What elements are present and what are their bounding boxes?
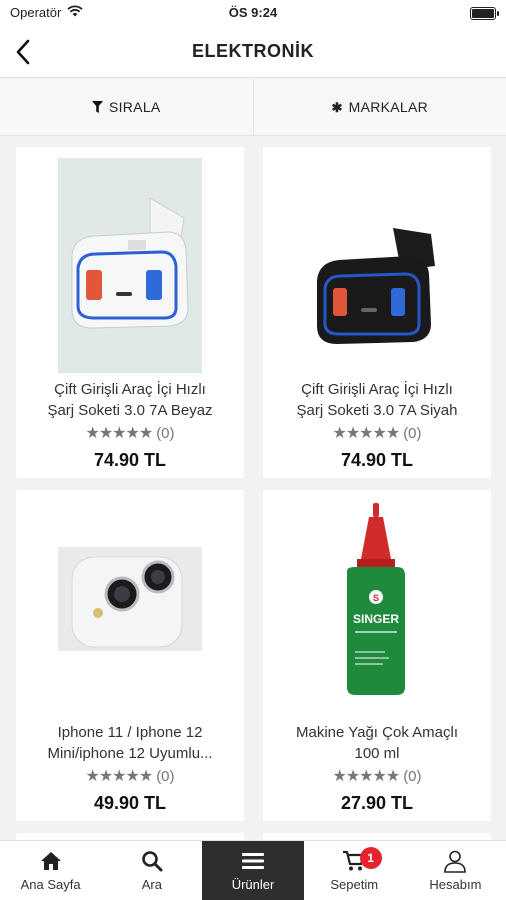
- sort-label: SIRALA: [108, 99, 161, 115]
- nav-account-label: Hesabım: [429, 877, 482, 892]
- user-icon: [443, 849, 467, 873]
- screen: Operatör ÖS 9:24 ELEKTRONİK SIRALA ✱ MAR…: [0, 0, 506, 900]
- star-rating-icon: ★★★★★: [85, 768, 153, 785]
- nav-cart[interactable]: 1 Sepetim: [304, 841, 405, 900]
- star-rating-icon: ★★★★★: [332, 768, 400, 785]
- brands-button[interactable]: ✱ MARKALAR: [252, 79, 506, 135]
- nav-home-label: Ana Sayfa: [20, 877, 81, 892]
- product-grid: Çift Girişli Araç İçi Hızlı Şarj Soketi …: [0, 136, 506, 840]
- nav-cart-label: Sepetim: [330, 877, 379, 892]
- filter-bar: SIRALA ✱ MARKALAR: [0, 79, 506, 136]
- brands-label: MARKALAR: [348, 99, 429, 115]
- product-card[interactable]: Iphone 11 / Iphone 12 Mini/iphone 12 Uyu…: [16, 490, 244, 821]
- nav-products[interactable]: Ürünler: [202, 841, 304, 900]
- status-time: ÖS 9:24: [228, 5, 278, 20]
- product-price: 74.90 TL: [340, 450, 414, 470]
- svg-text:S: S: [373, 593, 379, 603]
- star-rating-icon: ★★★★★: [85, 425, 153, 442]
- product-name: Iphone 11 / Iphone 12 Mini/iphone 12 Uyu…: [47, 724, 213, 762]
- home-icon: [40, 849, 62, 873]
- product-image-black-charger: [305, 158, 449, 373]
- product-name: Çift Girişli Araç İçi Hızlı Şarj Soketi …: [296, 381, 458, 419]
- product-image-oil-bottle: S SINGER: [305, 501, 449, 716]
- rating-count: (0): [403, 767, 422, 785]
- rating-count: (0): [156, 767, 175, 785]
- product-card[interactable]: Çift Girişli Araç İçi Hızlı Şarj Soketi …: [16, 147, 244, 478]
- status-bar: Operatör ÖS 9:24: [0, 0, 506, 26]
- product-image-white-charger: [58, 158, 202, 373]
- bottom-nav: Ana Sayfa Ara Ürünler 1 Sepetim Hesabım: [0, 840, 506, 900]
- nav-search[interactable]: Ara: [101, 841, 202, 900]
- rating-count: (0): [403, 424, 422, 442]
- product-price: 27.90 TL: [340, 793, 414, 813]
- filter-funnel-icon: [91, 101, 103, 113]
- product-card[interactable]: S SINGER Makine Yağı Çok Amaçlı 100 ml ★…: [263, 490, 491, 821]
- product-image-lens-protector: [58, 501, 202, 716]
- product-rating: ★★★★★ (0): [263, 423, 491, 443]
- product-card[interactable]: Çift Girişli Araç İçi Hızlı Şarj Soketi …: [263, 147, 491, 478]
- product-price: 74.90 TL: [93, 450, 167, 470]
- header: ELEKTRONİK: [0, 26, 506, 78]
- star-rating-icon: ★★★★★: [332, 425, 400, 442]
- product-rating: ★★★★★ (0): [16, 766, 244, 786]
- product-card[interactable]: [263, 833, 491, 840]
- page-title: ELEKTRONİK: [192, 41, 314, 61]
- svg-text:SINGER: SINGER: [353, 612, 399, 626]
- cart-badge: 1: [359, 847, 382, 869]
- product-name: Çift Girişli Araç İçi Hızlı Şarj Soketi …: [47, 381, 213, 419]
- product-card[interactable]: [16, 833, 244, 840]
- rating-count: (0): [156, 424, 175, 442]
- product-rating: ★★★★★ (0): [263, 766, 491, 786]
- nav-account[interactable]: Hesabım: [405, 841, 506, 900]
- product-name: Makine Yağı Çok Amaçlı 100 ml: [295, 724, 459, 762]
- menu-icon: [242, 849, 264, 873]
- search-icon: [141, 849, 163, 873]
- product-price: 49.90 TL: [93, 793, 167, 813]
- product-rating: ★★★★★ (0): [16, 423, 244, 443]
- asterisk-icon: ✱: [331, 99, 343, 115]
- nav-home[interactable]: Ana Sayfa: [0, 841, 101, 900]
- sort-button[interactable]: SIRALA: [0, 79, 253, 135]
- nav-search-label: Ara: [141, 877, 162, 892]
- battery-icon: [470, 7, 499, 20]
- nav-products-label: Ürünler: [231, 877, 275, 892]
